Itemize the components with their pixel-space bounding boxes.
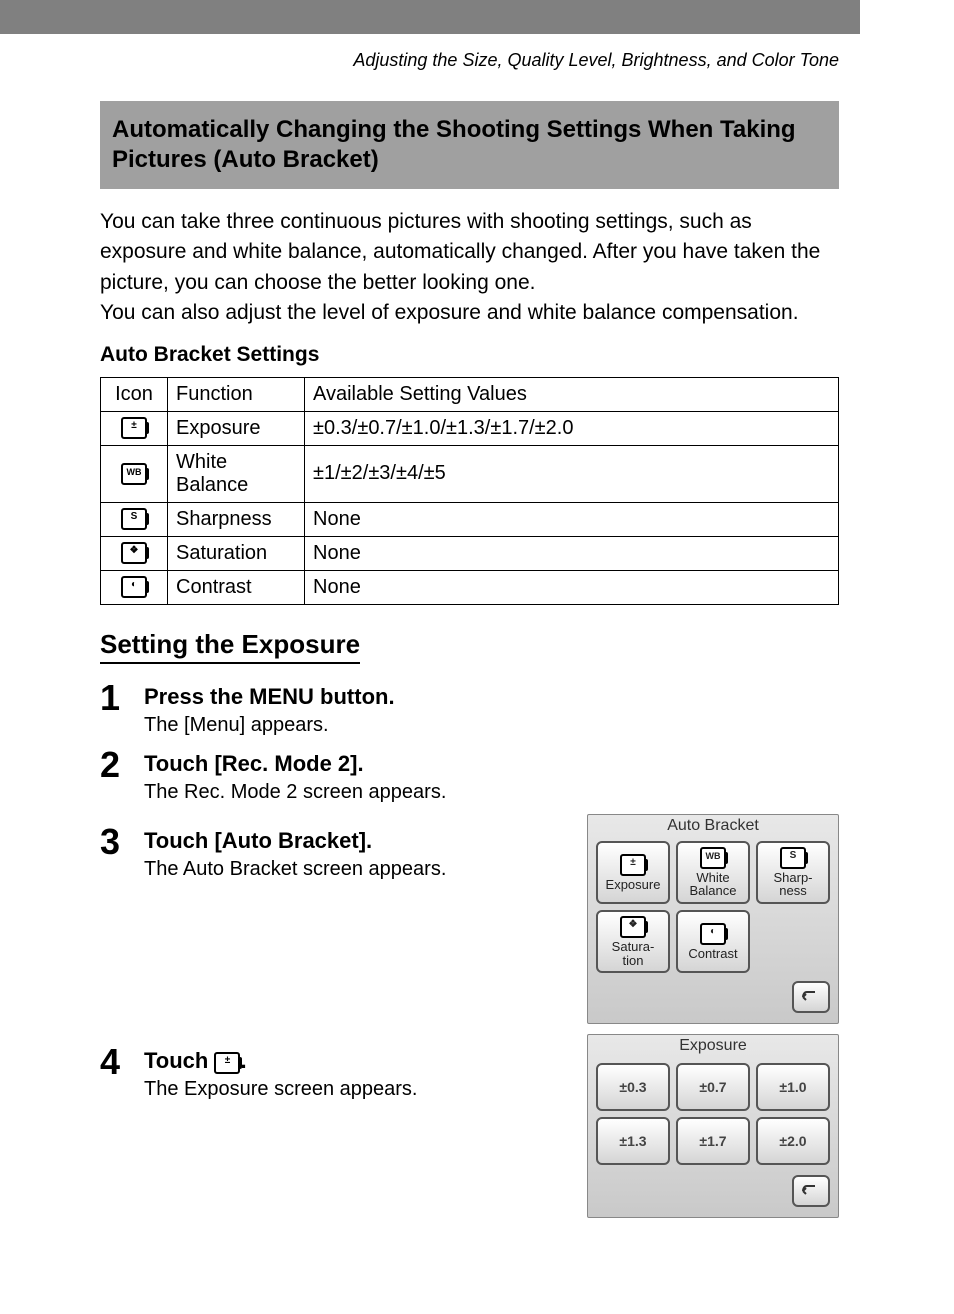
return-button[interactable] [792, 981, 830, 1013]
col-vals: Available Setting Values [305, 377, 839, 411]
top-gray-bar [0, 0, 860, 34]
step-number: 4 [100, 1044, 144, 1101]
settings-table: Icon Function Available Setting Values ±… [100, 377, 839, 605]
ab-contrast-button[interactable]: ◐ Contrast [676, 910, 750, 973]
sharpness-icon: S [780, 847, 806, 869]
step-desc: The Exposure screen appears. [144, 1078, 567, 1101]
exp-value-button[interactable]: ±1.7 [676, 1117, 750, 1165]
table-row: ◐ Contrast None [101, 570, 839, 604]
step-desc: The Auto Bracket screen appears. [144, 858, 567, 881]
step-title: Touch [Rec. Mode 2]. [144, 751, 839, 777]
contrast-icon: ◐ [700, 923, 726, 945]
step-desc: The Rec. Mode 2 screen appears. [144, 781, 839, 804]
step-number: 2 [100, 747, 144, 804]
step-number: 1 [100, 680, 144, 737]
wb-icon: WB [101, 445, 168, 502]
exposure-section-title: Setting the Exposure [100, 629, 360, 664]
table-row: ± Exposure ±0.3/±0.7/±1.0/±1.3/±1.7/±2.0 [101, 411, 839, 445]
exp-value-button[interactable]: ±0.3 [596, 1063, 670, 1111]
fn-label: Sharpness [168, 502, 305, 536]
exposure-icon: ± [101, 411, 168, 445]
step-title: Touch ±. [144, 1048, 567, 1074]
step: 3 Touch [Auto Bracket]. The Auto Bracket… [100, 824, 567, 881]
return-button[interactable] [792, 1175, 830, 1207]
btn-label: Satura- tion [612, 940, 655, 967]
exp-value-button[interactable]: ±1.0 [756, 1063, 830, 1111]
step: 1 Press the MENU button. The [Menu] appe… [100, 680, 839, 737]
contrast-icon: ◐ [101, 570, 168, 604]
fn-values: None [305, 536, 839, 570]
table-row: ❖ Saturation None [101, 536, 839, 570]
return-icon [801, 990, 821, 1004]
saturation-icon: ❖ [620, 916, 646, 938]
col-fn: Function [168, 377, 305, 411]
step-title: Press the MENU button. [144, 684, 839, 710]
running-head: Adjusting the Size, Quality Level, Brigh… [100, 50, 839, 71]
table-row: S Sharpness None [101, 502, 839, 536]
btn-label: Exposure [606, 878, 661, 892]
btn-label: Contrast [688, 947, 737, 961]
step-desc: The [Menu] appears. [144, 714, 839, 737]
exposure-icon: ± [214, 1052, 240, 1074]
wb-icon: WB [700, 847, 726, 869]
step: 2 Touch [Rec. Mode 2]. The Rec. Mode 2 s… [100, 747, 839, 804]
auto-bracket-screen: Auto Bracket ± Exposure WB White Balance… [587, 814, 839, 1025]
fn-label: Exposure [168, 411, 305, 445]
screen-title: Exposure [588, 1035, 838, 1057]
intro-text: You can take three continuous pictures w… [100, 207, 839, 329]
exposure-screen: Exposure ±0.3 ±0.7 ±1.0 ±1.3 ±1.7 ±2.0 [587, 1034, 839, 1218]
col-icon: Icon [101, 377, 168, 411]
exposure-icon: ± [620, 854, 646, 876]
screen-title: Auto Bracket [588, 815, 838, 837]
exp-value-button[interactable]: ±2.0 [756, 1117, 830, 1165]
fn-label: Contrast [168, 570, 305, 604]
fn-values: ±1/±2/±3/±4/±5 [305, 445, 839, 502]
btn-label: Sharp- ness [773, 871, 812, 898]
saturation-icon: ❖ [101, 536, 168, 570]
fn-label: Saturation [168, 536, 305, 570]
ab-saturation-button[interactable]: ❖ Satura- tion [596, 910, 670, 973]
fn-values: None [305, 570, 839, 604]
ab-sharpness-button[interactable]: S Sharp- ness [756, 841, 830, 904]
fn-values: ±0.3/±0.7/±1.0/±1.3/±1.7/±2.0 [305, 411, 839, 445]
exp-value-button[interactable]: ±1.3 [596, 1117, 670, 1165]
sharpness-icon: S [101, 502, 168, 536]
settings-subhead: Auto Bracket Settings [100, 343, 839, 367]
table-header-row: Icon Function Available Setting Values [101, 377, 839, 411]
btn-label: White Balance [690, 871, 737, 898]
ab-exposure-button[interactable]: ± Exposure [596, 841, 670, 904]
steps-list: 1 Press the MENU button. The [Menu] appe… [100, 680, 839, 1219]
step: 4 Touch ±. The Exposure screen appears. [100, 1044, 567, 1101]
exp-value-button[interactable]: ±0.7 [676, 1063, 750, 1111]
return-icon [801, 1184, 821, 1198]
step-title: Touch [Auto Bracket]. [144, 828, 567, 854]
fn-values: None [305, 502, 839, 536]
table-row: WB White Balance ±1/±2/±3/±4/±5 [101, 445, 839, 502]
ab-white-balance-button[interactable]: WB White Balance [676, 841, 750, 904]
step-number: 3 [100, 824, 144, 881]
fn-label: White Balance [168, 445, 305, 502]
section-title: Automatically Changing the Shooting Sett… [100, 101, 839, 189]
